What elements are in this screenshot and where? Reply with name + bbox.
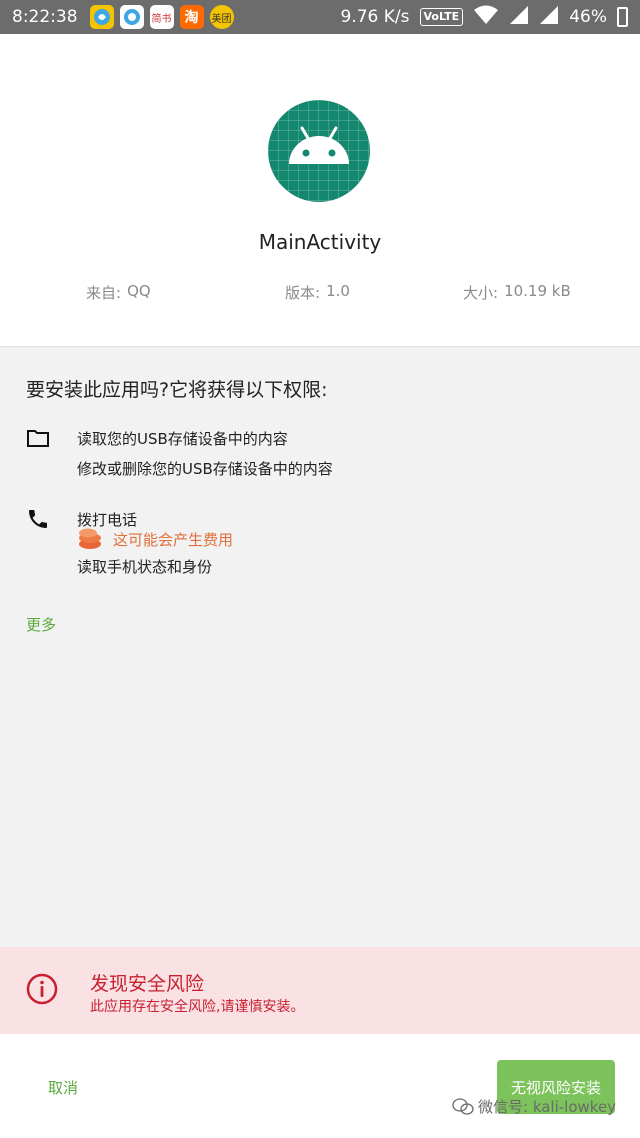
folder-icon	[27, 430, 49, 447]
permission-item: 读取您的USB存储设备中的内容	[77, 430, 288, 448]
app-3-icon: 简书	[149, 5, 174, 29]
app-1-icon	[89, 5, 114, 29]
size-info: 大小: 10.19 kB	[463, 282, 571, 303]
app-name: MainActivity	[258, 230, 382, 254]
app-2-icon	[119, 5, 144, 29]
cost-warning-text: 这可能会产生费用	[113, 530, 234, 549]
cancel-button[interactable]: 取消	[48, 1077, 78, 1098]
size-label: 大小:	[463, 284, 499, 302]
watermark-text: 微信号: kali-lowkey	[478, 1098, 617, 1116]
android-app-icon	[268, 100, 370, 202]
app-5-icon: 美团	[209, 5, 234, 29]
battery-level: 46%	[569, 7, 607, 27]
permission-item: 读取手机状态和身份	[77, 558, 213, 576]
source-value: QQ	[127, 282, 151, 300]
signal-icon-2	[539, 5, 559, 30]
cost-warning: 这可能会产生费用	[77, 527, 233, 551]
version-label: 版本:	[285, 284, 321, 302]
app-info-header: MainActivity 来自: QQ 版本: 1.0 大小: 10.19 kB	[0, 34, 640, 347]
notification-icons: 简书 淘 美团	[89, 5, 234, 29]
source-label: 来自:	[86, 284, 122, 302]
wifi-icon	[473, 5, 499, 30]
permission-item: 修改或删除您的USB存储设备中的内容	[77, 460, 333, 478]
version-value: 1.0	[326, 282, 350, 300]
permissions-title: 要安装此应用吗?它将获得以下权限:	[26, 379, 328, 401]
source-info: 来自: QQ	[86, 282, 151, 303]
risk-title: 发现安全风险	[90, 973, 205, 995]
network-speed: 9.76 K/s	[340, 7, 410, 27]
more-permissions-link[interactable]: 更多	[26, 614, 56, 635]
signal-icon	[509, 5, 529, 30]
risk-description: 此应用存在安全风险,请谨慎安装。	[90, 999, 305, 1015]
size-value: 10.19 kB	[504, 282, 571, 300]
security-risk-banner: 发现安全风险 此应用存在安全风险,请谨慎安装。	[0, 947, 640, 1034]
wechat-icon	[452, 1097, 474, 1115]
wechat-watermark: 微信号: kali-lowkey	[452, 1096, 616, 1117]
action-footer: 取消 无视风险安装	[0, 1034, 640, 1138]
app-4-icon: 淘	[179, 5, 204, 29]
status-time: 8:22:38	[12, 7, 78, 27]
phone-icon	[29, 510, 47, 528]
version-info: 版本: 1.0	[285, 282, 350, 303]
info-icon	[26, 973, 58, 1005]
status-bar: 8:22:38 简书 淘 美团 9.76 K/s VoLTE 46%	[0, 0, 640, 34]
coins-icon	[79, 528, 101, 549]
volte-badge: VoLTE	[419, 8, 464, 26]
battery-icon	[617, 7, 628, 27]
